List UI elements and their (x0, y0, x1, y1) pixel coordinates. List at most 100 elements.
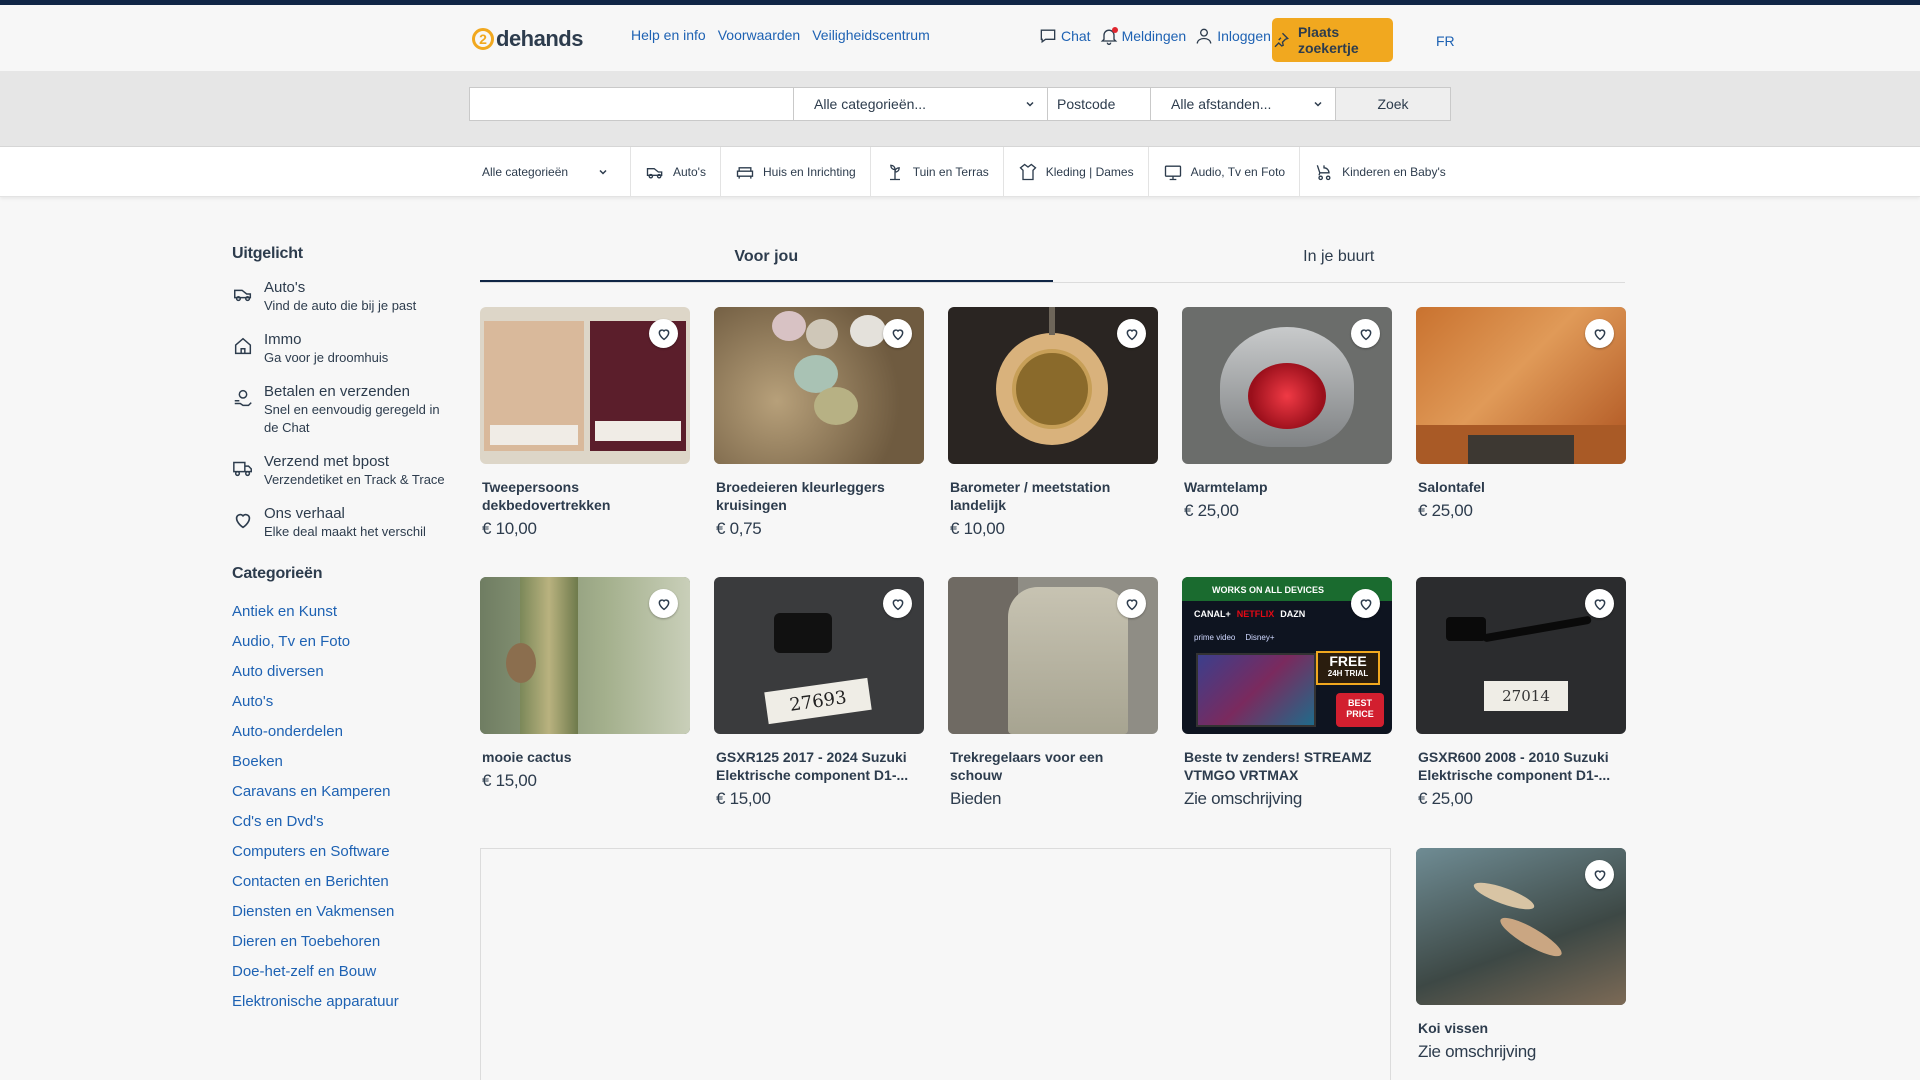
listing-card[interactable]: WORKS ON ALL DEVICES CANAL+ NETFLIX DAZN… (1182, 577, 1392, 809)
listing-title[interactable]: GSXR600 2008 - 2010 Suzuki Elektrische c… (1416, 748, 1622, 784)
top-links: Help en info Voorwaarden Veiligheidscent… (631, 27, 930, 43)
search-input[interactable] (470, 88, 794, 120)
favorite-button[interactable] (1117, 589, 1146, 618)
favorite-button[interactable] (1585, 589, 1614, 618)
header: 2 dehands Help en info Voorwaarden Veili… (0, 5, 1920, 71)
favorite-button[interactable] (1351, 319, 1380, 348)
listing-photo[interactable] (948, 307, 1158, 464)
category-link[interactable]: Audio, Tv en Foto (232, 627, 452, 657)
category-link[interactable]: Cd's en Dvd's (232, 807, 452, 837)
category-select[interactable]: Alle categorieën... (794, 88, 1048, 120)
all-categories-dropdown[interactable]: Alle categorieën (469, 147, 631, 197)
favorite-button[interactable] (649, 589, 678, 618)
listing-title[interactable]: Warmtelamp (1182, 478, 1388, 496)
category-link[interactable]: Auto-onderdelen (232, 717, 452, 747)
category-link[interactable]: Computers en Software (232, 837, 452, 867)
language-switch[interactable]: FR (1436, 33, 1455, 49)
favorite-button[interactable] (1117, 319, 1146, 348)
terms-link[interactable]: Voorwaarden (718, 27, 801, 43)
listing-title[interactable]: Trekregelaars voor een schouw (948, 748, 1154, 784)
listing-title[interactable]: Salontafel (1416, 478, 1622, 496)
tab-in-je-buurt[interactable]: In je buurt (1053, 244, 1626, 282)
listing-title[interactable]: GSXR125 2017 - 2024 Suzuki Elektrische c… (714, 748, 920, 784)
chevron-down-icon (599, 169, 607, 175)
favorite-button[interactable] (883, 319, 912, 348)
listing-photo[interactable] (948, 577, 1158, 734)
favorite-button[interactable] (1351, 589, 1380, 618)
listing-price: € 15,00 (716, 789, 771, 808)
pin-icon (1274, 32, 1289, 48)
listing-photo[interactable] (480, 307, 690, 464)
listing-card[interactable]: Broedeieren kleurleggers kruisingen € 0,… (714, 307, 924, 539)
listing-title[interactable]: Koi vissen (1416, 1019, 1622, 1037)
listing-card[interactable]: Warmtelamp € 25,00 (1182, 307, 1392, 521)
place-ad-button[interactable]: Plaats zoekertje (1272, 18, 1393, 62)
chat-link[interactable]: Chat (1038, 26, 1091, 46)
listing-title[interactable]: Broedeieren kleurleggers kruisingen (714, 478, 920, 514)
category-link[interactable]: Caravans en Kamperen (232, 777, 452, 807)
listing-title[interactable]: Beste tv zenders! STREAMZ VTMGO VRTMAX (1182, 748, 1388, 784)
listing-card[interactable]: Barometer / meetstation landelijk € 10,0… (948, 307, 1158, 539)
category-link[interactable]: Contacten en Berichten (232, 867, 452, 897)
listing-title[interactable]: mooie cactus (480, 748, 686, 766)
heart-icon (235, 513, 251, 529)
safety-link[interactable]: Veiligheidscentrum (812, 27, 930, 43)
featured-bpost[interactable]: Verzend met bpost Verzendetiket en Track… (232, 453, 452, 489)
category-link[interactable]: Auto diversen (232, 657, 452, 687)
featured-autos[interactable]: Auto's Vind de auto die bij je past (232, 279, 452, 315)
cat-nav-kleding[interactable]: Kleding | Dames (1004, 147, 1149, 197)
banner-best-price: BEST PRICE (1336, 693, 1384, 727)
help-link[interactable]: Help en info (631, 27, 706, 43)
postcode-placeholder: Postcode (1057, 96, 1116, 112)
listing-title[interactable]: Tweepersoons dekbedovertrekken (480, 478, 686, 514)
favorite-button[interactable] (649, 319, 678, 348)
chat-icon (1040, 29, 1056, 44)
listing-photo[interactable] (1182, 307, 1392, 464)
tab-voor-jou[interactable]: Voor jou (480, 244, 1053, 282)
cat-nav-autos[interactable]: Auto's (631, 147, 721, 197)
heart-icon (1594, 598, 1605, 610)
listing-title[interactable]: Barometer / meetstation landelijk (948, 478, 1154, 514)
category-link[interactable]: Elektronische apparatuur (232, 987, 452, 1017)
car-icon (646, 168, 663, 179)
search-button[interactable]: Zoek (1336, 88, 1450, 120)
postcode-input[interactable]: Postcode (1048, 88, 1151, 120)
listing-photo[interactable]: WORKS ON ALL DEVICES CANAL+ NETFLIX DAZN… (1182, 577, 1392, 734)
logo-text: dehands (496, 26, 583, 51)
favorite-button[interactable] (1585, 860, 1614, 889)
login-link[interactable]: Inloggen (1194, 26, 1271, 46)
category-link[interactable]: Dieren en Toebehoren (232, 927, 452, 957)
listing-card[interactable]: Koi vissen Zie omschrijving (1416, 848, 1626, 1062)
listing-card[interactable]: 27693 GSXR125 2017 - 2024 Suzuki Elektri… (714, 577, 924, 809)
featured-story[interactable]: Ons verhaal Elke deal maakt het verschil (232, 505, 452, 541)
listing-card[interactable]: Salontafel € 25,00 (1416, 307, 1626, 521)
category-link[interactable]: Diensten en Vakmensen (232, 897, 452, 927)
listing-photo[interactable]: 27014 (1416, 577, 1626, 734)
car-icon (234, 289, 252, 302)
category-link[interactable]: Auto's (232, 687, 452, 717)
category-link[interactable]: Antiek en Kunst (232, 597, 452, 627)
favorite-button[interactable] (883, 589, 912, 618)
featured-payment[interactable]: Betalen en verzenden Snel en eenvoudig g… (232, 383, 452, 437)
listing-photo[interactable] (1416, 848, 1626, 1005)
cat-nav-huis[interactable]: Huis en Inrichting (721, 147, 871, 197)
listing-photo[interactable] (1416, 307, 1626, 464)
distance-select[interactable]: Alle afstanden... (1151, 88, 1336, 120)
heart-icon (1126, 598, 1137, 610)
listing-photo[interactable]: 27693 (714, 577, 924, 734)
listing-photo[interactable] (714, 307, 924, 464)
listing-photo[interactable] (480, 577, 690, 734)
cat-nav-kinderen[interactable]: Kinderen en Baby's (1300, 147, 1460, 197)
listing-card[interactable]: mooie cactus € 15,00 (480, 577, 690, 791)
cat-nav-tuin[interactable]: Tuin en Terras (871, 147, 1004, 197)
listing-card[interactable]: Tweepersoons dekbedovertrekken € 10,00 (480, 307, 690, 539)
category-link[interactable]: Boeken (232, 747, 452, 777)
favorite-button[interactable] (1585, 319, 1614, 348)
notifications-link[interactable]: Meldingen (1099, 26, 1186, 46)
logo[interactable]: 2 dehands (472, 24, 583, 54)
category-link[interactable]: Doe-het-zelf en Bouw (232, 957, 452, 987)
listing-card[interactable]: 27014 GSXR600 2008 - 2010 Suzuki Elektri… (1416, 577, 1626, 809)
listing-card[interactable]: Trekregelaars voor een schouw Bieden (948, 577, 1158, 809)
cat-nav-audio[interactable]: Audio, Tv en Foto (1149, 147, 1301, 197)
featured-immo[interactable]: Immo Ga voor je droomhuis (232, 331, 452, 367)
